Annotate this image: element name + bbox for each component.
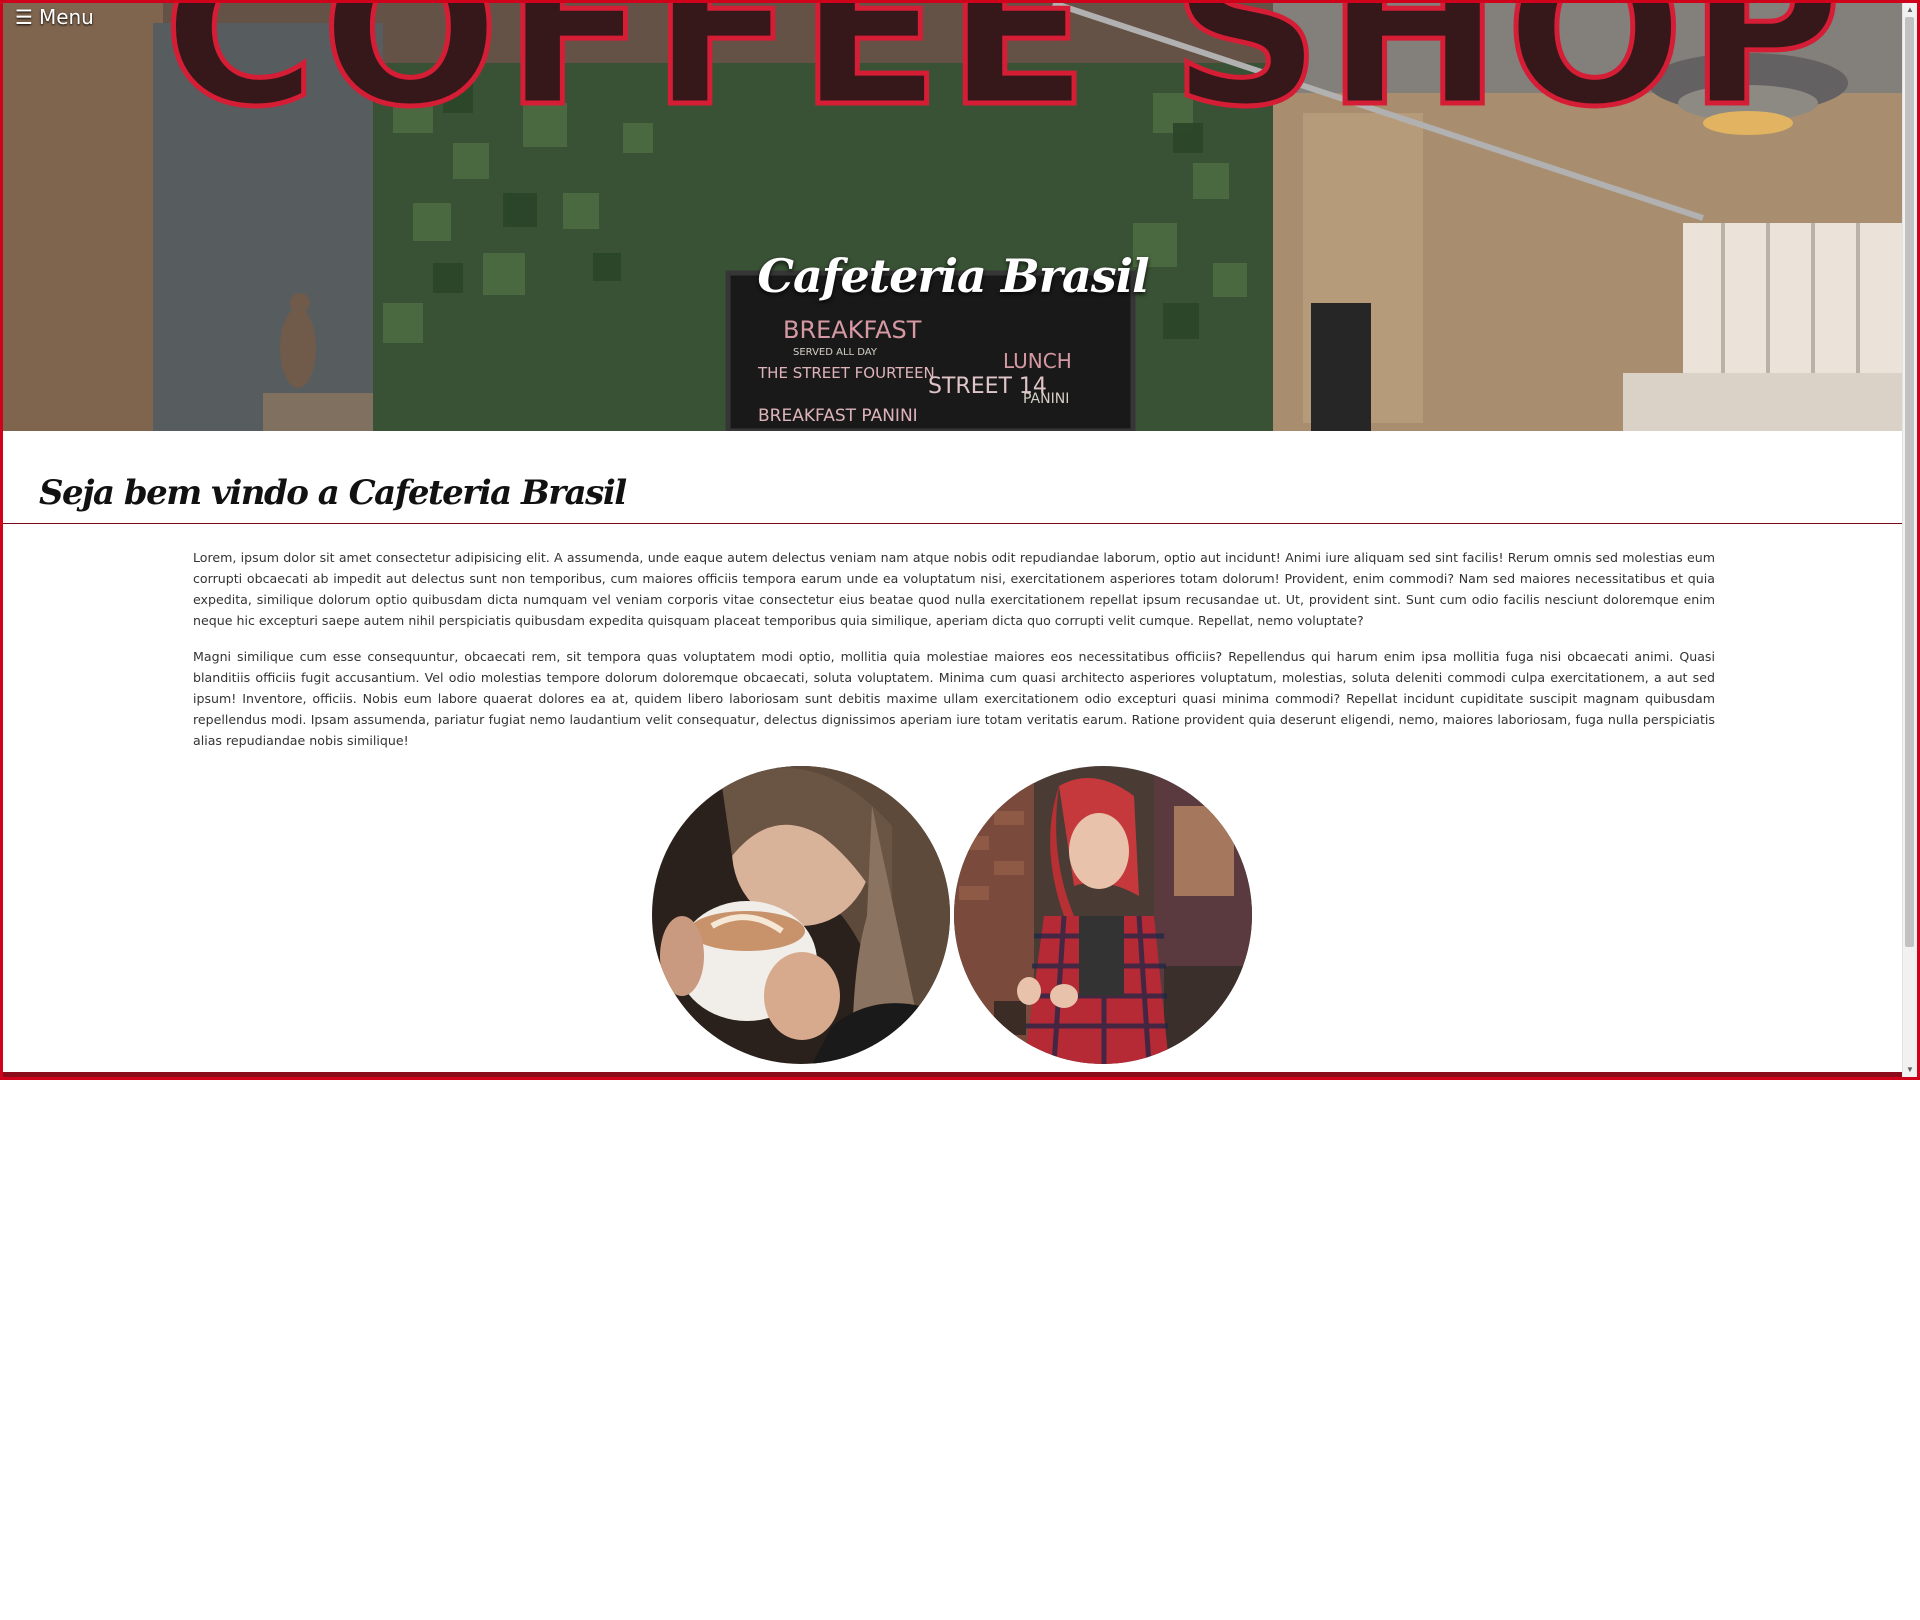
intro-paragraph-2: Magni similique cum esse consequuntur, o… <box>193 649 1715 748</box>
hero-title: Cafeteria Brasil <box>757 248 1149 303</box>
vertical-scrollbar[interactable]: ▲ ▼ <box>1902 3 1917 1077</box>
scroll-down-icon[interactable]: ▼ <box>1903 1063 1917 1077</box>
heading-divider <box>3 523 1903 524</box>
barista-woman-photo <box>954 766 1252 1064</box>
intro-paragraph-1: Lorem, ipsum dolor sit amet consectetur … <box>193 550 1715 628</box>
hamburger-icon: ☰ <box>15 5 33 29</box>
browser-frame: BREAKFAST SERVED ALL DAY THE STREET FOUR… <box>0 0 1920 1080</box>
welcome-heading: Seja bem vindo a Cafeteria Brasil <box>39 473 627 513</box>
scrollbar-thumb[interactable] <box>1905 17 1914 947</box>
scroll-up-icon[interactable]: ▲ <box>1903 3 1917 17</box>
page-viewport: BREAKFAST SERVED ALL DAY THE STREET FOUR… <box>3 3 1903 1077</box>
menu-button[interactable]: ☰ Menu <box>15 5 94 29</box>
coffee-shop-photo: BREAKFAST SERVED ALL DAY THE STREET FOUR… <box>3 3 1903 431</box>
footer-bar <box>3 1072 1903 1077</box>
woman-drinking-coffee-photo <box>652 766 950 1064</box>
menu-label: Menu <box>38 5 94 29</box>
hero-banner: BREAKFAST SERVED ALL DAY THE STREET FOUR… <box>3 3 1903 431</box>
